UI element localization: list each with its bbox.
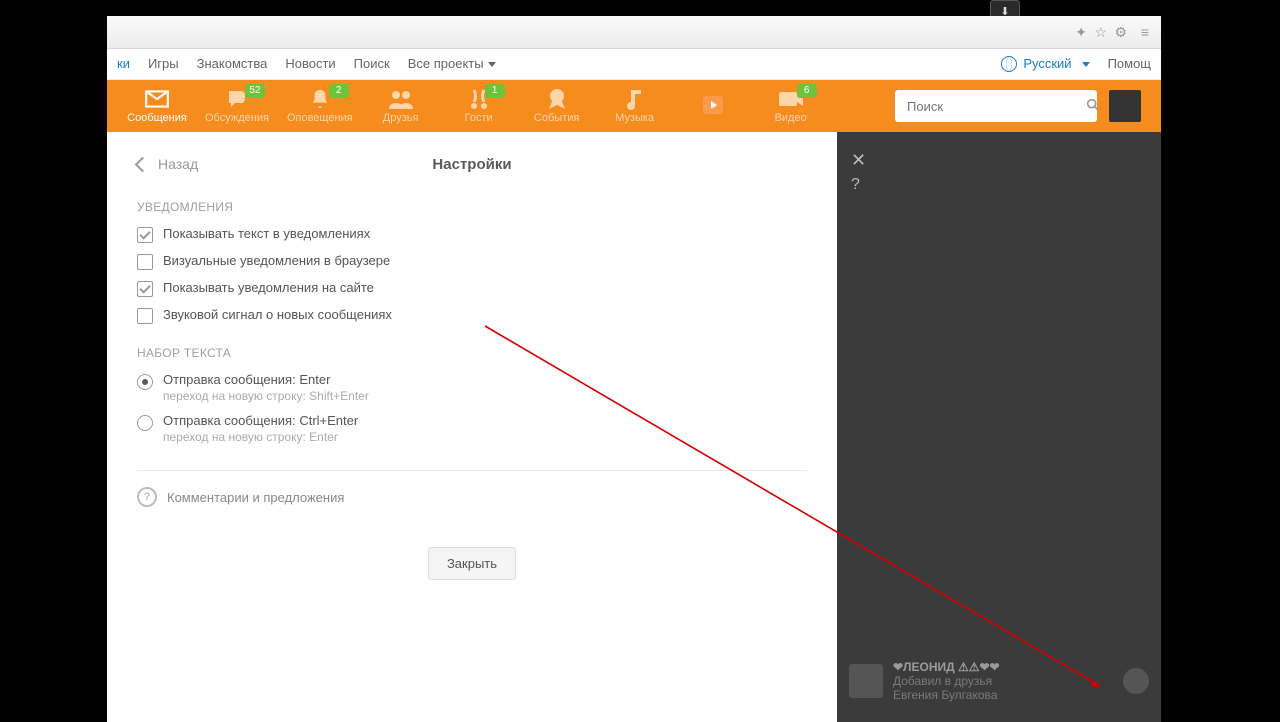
checkbox-3[interactable] [137, 308, 153, 324]
nav-item-news[interactable]: Новости [285, 49, 335, 79]
main-toolbar: Сообщения52Обсуждения2ОповещенияДрузья1Г… [107, 80, 1161, 132]
tab-label: Музыка [615, 112, 654, 124]
search-icon[interactable] [1085, 97, 1101, 116]
top-nav: ки Игры Знакомства Новости Поиск Все про… [107, 49, 1161, 80]
puzzle-icon[interactable]: ✦ [1075, 24, 1087, 41]
star-icon[interactable]: ☆ [1094, 24, 1107, 41]
tab-label: Сообщения [127, 112, 187, 124]
tab-label: Друзья [383, 112, 419, 124]
nav-help[interactable]: Помощ [1108, 49, 1151, 79]
divider [137, 470, 807, 471]
play-icon [699, 94, 727, 116]
badge: 52 [245, 84, 265, 98]
gear-icon[interactable]: ⚙ [1114, 24, 1127, 41]
close-button[interactable]: Закрыть [428, 547, 516, 580]
globe-icon [1001, 56, 1017, 72]
settings-panel: Назад Настройки УВЕДОМЛЕНИЯ Показывать т… [107, 132, 837, 722]
feedback-label: Комментарии и предложения [167, 490, 344, 505]
nav-item-search[interactable]: Поиск [354, 49, 390, 79]
tab-guests[interactable]: 1Гости [449, 88, 509, 124]
music-icon [621, 88, 649, 110]
close-icon[interactable]: ✕ [851, 150, 866, 171]
tab-discussions[interactable]: 52Обсуждения [205, 88, 269, 124]
tab-messages[interactable]: Сообщения [127, 88, 187, 124]
nav-item-dating[interactable]: Знакомства [197, 49, 268, 79]
tab-label: Обсуждения [205, 112, 269, 124]
panel-title: Настройки [137, 156, 807, 173]
tab-music[interactable]: Музыка [605, 88, 665, 124]
radio-label: Отправка сообщения: Ctrl+Enter [163, 413, 358, 428]
search-input[interactable] [905, 98, 1085, 115]
feed-action: Добавил в друзья [893, 674, 1113, 688]
checkbox-label: Показывать уведомления на сайте [163, 280, 374, 295]
messages-icon [143, 88, 171, 110]
tab-label: Видео [775, 112, 807, 124]
feedback-row[interactable]: ? Комментарии и предложения [137, 487, 807, 507]
checkbox-0[interactable] [137, 227, 153, 243]
tab-label: Оповещения [287, 112, 353, 124]
feed-target-avatar [1123, 668, 1149, 694]
menu-icon[interactable]: ≡ [1141, 24, 1149, 40]
nav-item-all-projects[interactable]: Все проекты [408, 49, 496, 79]
events-icon [543, 88, 571, 110]
tab-label: События [534, 112, 579, 124]
side-panel: ✕ ? ❤ЛЕОНИД ⚠⚠❤❤ Добавил в друзья Евгени… [837, 132, 1161, 722]
tab-events[interactable]: События [527, 88, 587, 124]
activity-feed-item[interactable]: ❤ЛЕОНИД ⚠⚠❤❤ Добавил в друзья Евгения Бу… [837, 650, 1161, 712]
radio-sublabel: переход на новую строку: Enter [163, 430, 358, 444]
radio-label: Отправка сообщения: Enter [163, 372, 369, 387]
feed-avatar [849, 664, 883, 698]
badge: 1 [485, 84, 505, 98]
feed-user-name: ❤ЛЕОНИД ⚠⚠❤❤ [893, 660, 1113, 674]
radio-sublabel: переход на новую строку: Shift+Enter [163, 389, 369, 403]
radio-1[interactable] [137, 415, 153, 431]
section-notifications: УВЕДОМЛЕНИЯ [137, 200, 807, 214]
tab-video[interactable]: 6Видео [761, 88, 821, 124]
search-box[interactable] [895, 90, 1097, 122]
checkbox-label: Показывать текст в уведомлениях [163, 226, 370, 241]
question-icon: ? [137, 487, 157, 507]
checkbox-1[interactable] [137, 254, 153, 270]
friends-icon [387, 88, 415, 110]
browser-chrome: ✦ ☆ ⚙ ≡ [107, 16, 1161, 49]
tab-friends[interactable]: Друзья [371, 88, 431, 124]
section-typing: НАБОР ТЕКСТА [137, 346, 807, 360]
badge: 2 [329, 84, 349, 98]
checkbox-2[interactable] [137, 281, 153, 297]
tab-notifications[interactable]: 2Оповещения [287, 88, 353, 124]
feed-target: Евгения Булгакова [893, 688, 1113, 702]
language-selector[interactable]: Русский [1001, 49, 1089, 79]
help-icon[interactable]: ? [851, 176, 860, 194]
tab-label: Гости [465, 112, 493, 124]
radio-0[interactable] [137, 374, 153, 390]
badge: 6 [797, 84, 817, 98]
user-avatar[interactable] [1109, 90, 1141, 122]
nav-item-games[interactable]: Игры [148, 49, 179, 79]
checkbox-label: Звуковой сигнал о новых сообщениях [163, 307, 392, 322]
tab-play[interactable] [683, 94, 743, 118]
checkbox-label: Визуальные уведомления в браузере [163, 253, 390, 268]
nav-item-truncated[interactable]: ки [117, 49, 130, 79]
